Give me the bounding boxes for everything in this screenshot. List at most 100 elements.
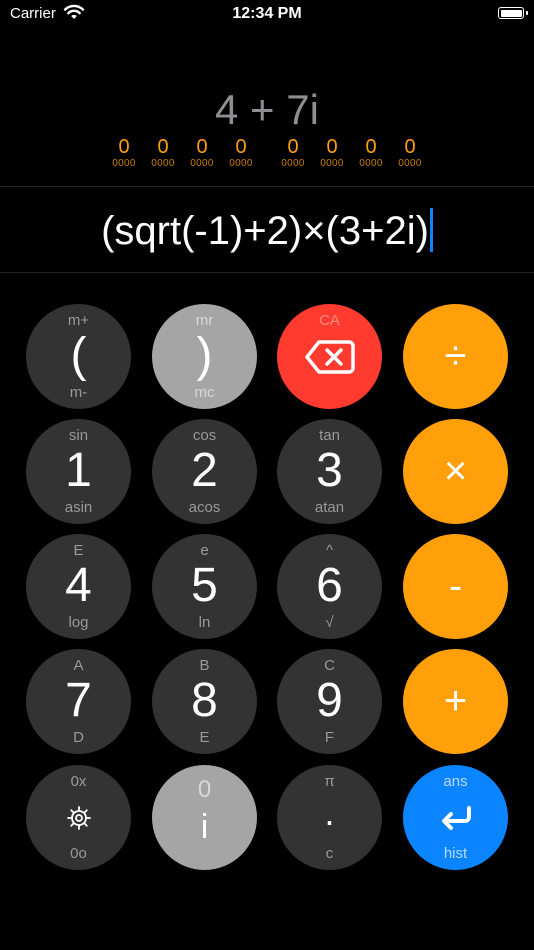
key-main-label: + bbox=[443, 679, 468, 723]
digit-3-button[interactable]: tan 3 atan bbox=[277, 419, 382, 524]
backspace-button[interactable]: CA bbox=[277, 304, 382, 409]
key-secondary-top: mr bbox=[195, 312, 214, 329]
key-secondary-bottom: hist bbox=[443, 845, 468, 862]
status-bar: Carrier 12:34 PM bbox=[0, 0, 534, 28]
nibble-bits: 0000 bbox=[359, 158, 383, 169]
nibble-bits: 0000 bbox=[151, 158, 175, 169]
nibble: 0 0000 bbox=[104, 137, 144, 171]
open-paren-button[interactable]: m+ ( m- bbox=[26, 304, 131, 409]
key-secondary-top: m+ bbox=[67, 312, 90, 329]
nibble: 0 0000 bbox=[221, 137, 261, 171]
nibble-bits: 0000 bbox=[320, 158, 344, 169]
key-main-label: × bbox=[443, 449, 468, 493]
divider bbox=[0, 272, 534, 273]
minus-button[interactable]: - bbox=[403, 534, 508, 639]
key-main-label: 5 bbox=[191, 559, 218, 612]
key-secondary-bottom: atan bbox=[314, 499, 345, 516]
key-main-label: ÷ bbox=[444, 334, 467, 378]
digit-2-button[interactable]: cos 2 acos bbox=[152, 419, 257, 524]
key-secondary-top: 0 bbox=[197, 776, 212, 803]
key-secondary-top: ^ bbox=[325, 542, 334, 559]
digit-6-button[interactable]: ^ 6 √ bbox=[277, 534, 382, 639]
key-main-label: 4 bbox=[65, 559, 92, 612]
nibble-digit: 0 bbox=[287, 136, 299, 158]
key-secondary-bottom: asin bbox=[64, 499, 93, 516]
nibble: 0 0000 bbox=[273, 137, 313, 171]
key-main-label: 3 bbox=[316, 444, 343, 497]
key-main-label: ( bbox=[70, 329, 87, 382]
key-secondary-top: π bbox=[324, 773, 335, 790]
key-secondary-bottom: m- bbox=[69, 384, 88, 401]
key-secondary-bottom: log bbox=[68, 614, 89, 631]
nibble-digit: 0 bbox=[118, 136, 130, 158]
key-secondary-top: A bbox=[73, 657, 84, 674]
key-secondary-bottom: 0o bbox=[70, 845, 87, 862]
key-secondary-bottom: E bbox=[199, 729, 210, 746]
key-secondary-bottom: c bbox=[325, 845, 334, 862]
digit-8-button[interactable]: B 8 E bbox=[152, 649, 257, 754]
key-secondary-bottom: ln bbox=[198, 614, 211, 631]
result-display: 4 + 7i bbox=[215, 86, 319, 133]
imaginary-i-button[interactable]: 0 i bbox=[152, 765, 257, 870]
digit-7-button[interactable]: A 7 D bbox=[26, 649, 131, 754]
nibble: 0 0000 bbox=[312, 137, 352, 171]
key-secondary-top: B bbox=[199, 657, 210, 674]
nibble: 0 0000 bbox=[143, 137, 183, 171]
digit-9-button[interactable]: C 9 F bbox=[277, 649, 382, 754]
key-main-label: · bbox=[323, 800, 336, 841]
key-main-label: 1 bbox=[65, 444, 92, 497]
expression-input[interactable]: (sqrt(-1)+2)×(3+2i) bbox=[0, 206, 534, 256]
key-main-label: i bbox=[200, 808, 209, 846]
key-secondary-top: E bbox=[73, 542, 84, 559]
decimal-point-button[interactable]: π · c bbox=[277, 765, 382, 870]
nibble-bits: 0000 bbox=[229, 158, 253, 169]
divide-button[interactable]: ÷ bbox=[403, 304, 508, 409]
nibble: 0 0000 bbox=[351, 137, 391, 171]
key-secondary-top: e bbox=[200, 542, 209, 559]
multiply-button[interactable]: × bbox=[403, 419, 508, 524]
key-secondary-bottom: mc bbox=[194, 384, 215, 401]
gear-icon bbox=[66, 805, 91, 830]
divider bbox=[0, 186, 534, 187]
key-secondary-top: C bbox=[324, 657, 335, 674]
nibble-digit: 0 bbox=[235, 136, 247, 158]
key-secondary-top: sin bbox=[68, 427, 89, 444]
settings-button[interactable]: 0x 0o bbox=[26, 765, 131, 870]
nibble-digit: 0 bbox=[326, 136, 338, 158]
return-icon bbox=[441, 805, 471, 830]
key-main-label: ) bbox=[196, 329, 213, 382]
plus-button[interactable]: + bbox=[403, 649, 508, 754]
key-main-label: 2 bbox=[191, 444, 218, 497]
key-main-label: 8 bbox=[191, 674, 218, 727]
key-secondary-bottom: √ bbox=[325, 614, 334, 631]
text-caret bbox=[429, 208, 433, 253]
nibble-bits: 0000 bbox=[112, 158, 136, 169]
nibble-digit: 0 bbox=[365, 136, 377, 158]
binary-display: 0 0000 0 0000 0 0000 0 0000 0 0000 0 0000 0 000… bbox=[0, 137, 534, 177]
battery-icon bbox=[498, 7, 528, 19]
nibble-digit: 0 bbox=[404, 136, 416, 158]
key-secondary-bottom: acos bbox=[188, 499, 221, 516]
nibble-digit: 0 bbox=[157, 136, 169, 158]
digit-5-button[interactable]: e 5 ln bbox=[152, 534, 257, 639]
nibble-digit: 0 bbox=[196, 136, 208, 158]
key-secondary-top: cos bbox=[192, 427, 217, 444]
clock: 12:34 PM bbox=[232, 5, 302, 22]
digit-1-button[interactable]: sin 1 asin bbox=[26, 419, 131, 524]
nibble: 0 0000 bbox=[182, 137, 222, 171]
key-secondary-bottom: F bbox=[324, 729, 335, 746]
key-main-label: 7 bbox=[65, 674, 92, 727]
key-main-label: 9 bbox=[316, 674, 343, 727]
nibble: 0 0000 bbox=[390, 137, 430, 171]
enter-button[interactable]: ans hist bbox=[403, 765, 508, 870]
key-secondary-bottom: D bbox=[73, 729, 84, 746]
expression-text: (sqrt(-1)+2)×(3+2i) bbox=[101, 209, 429, 253]
key-secondary-top: tan bbox=[319, 427, 340, 444]
nibble-bits: 0000 bbox=[281, 158, 305, 169]
nibble-bits: 0000 bbox=[190, 158, 214, 169]
digit-4-button[interactable]: E 4 log bbox=[26, 534, 131, 639]
key-main-label: 6 bbox=[316, 559, 343, 612]
backspace-icon bbox=[304, 339, 355, 374]
close-paren-button[interactable]: mr ) mc bbox=[152, 304, 257, 409]
nibble-bits: 0000 bbox=[398, 158, 422, 169]
